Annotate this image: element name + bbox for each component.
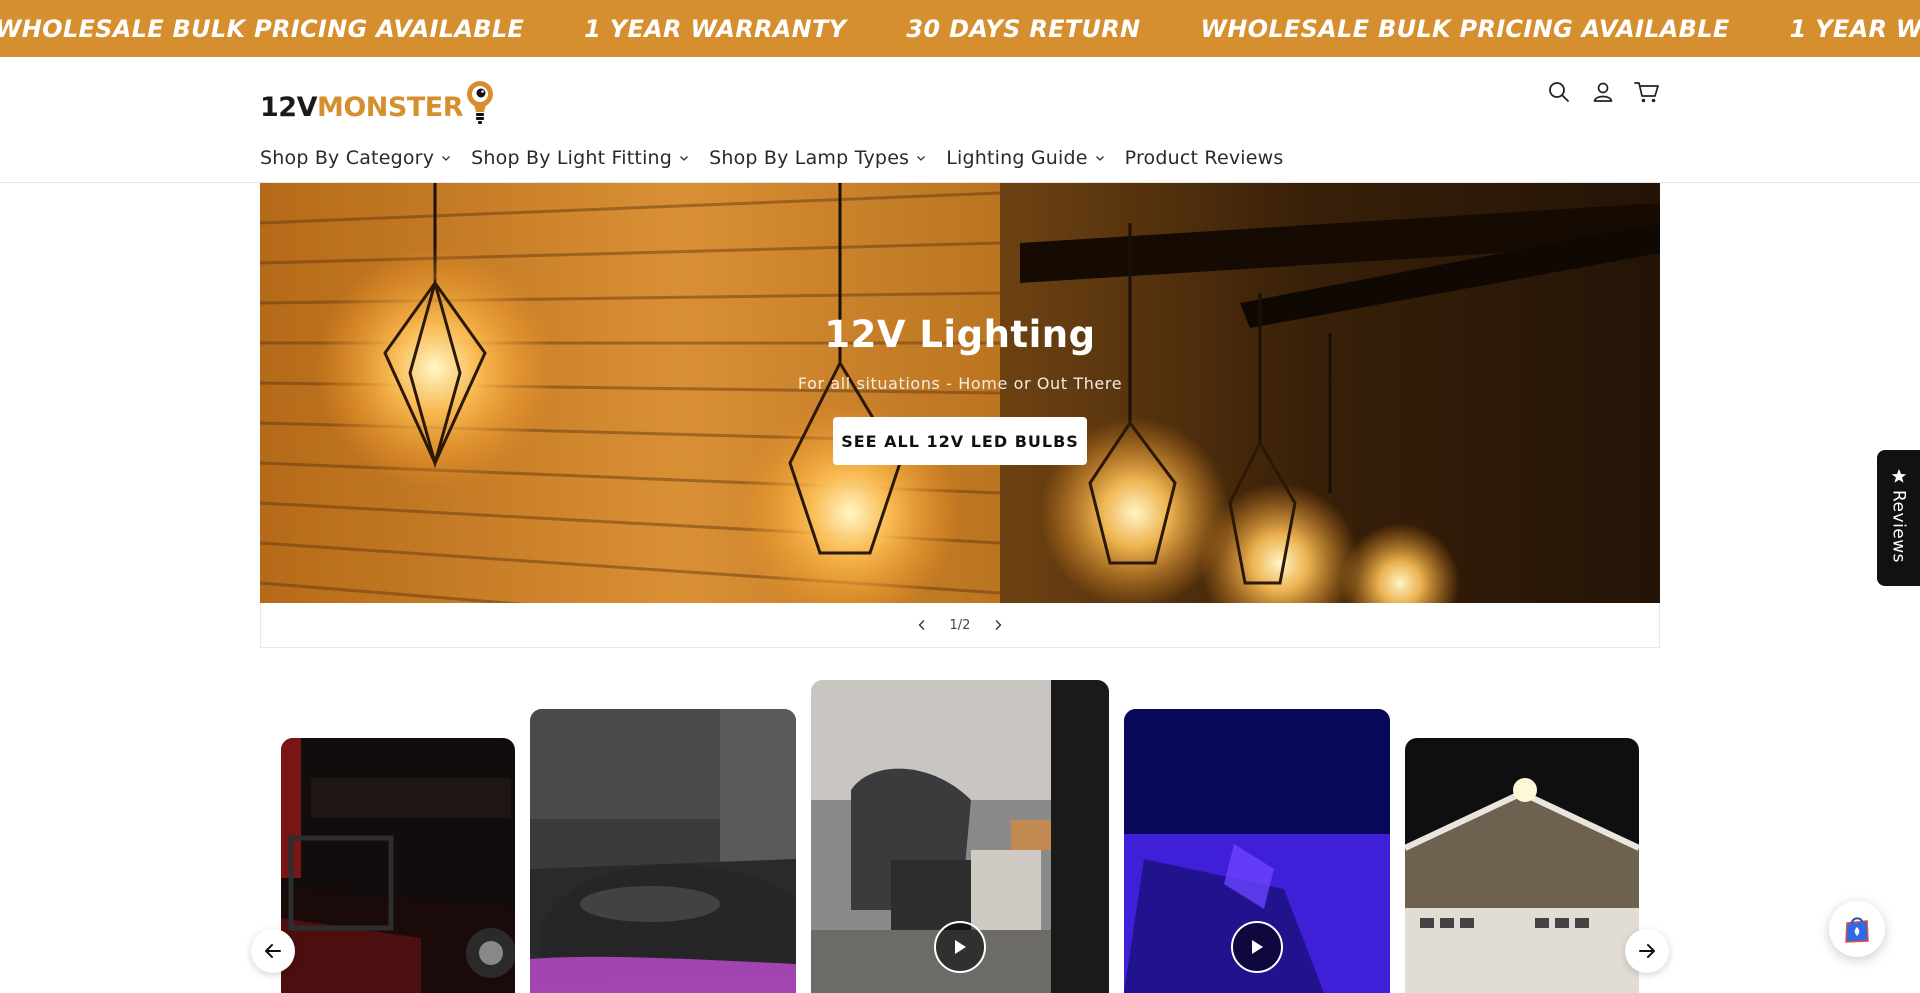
chevron-down-icon bbox=[916, 153, 926, 163]
search-icon[interactable] bbox=[1544, 77, 1574, 107]
nav-item-shop-by-category[interactable]: Shop By Category bbox=[260, 147, 451, 169]
chevron-down-icon bbox=[441, 153, 451, 163]
logo-text-monster: MONSTER bbox=[316, 92, 464, 123]
video-card[interactable] bbox=[811, 680, 1109, 993]
arrow-right-icon bbox=[1639, 944, 1655, 958]
chevron-down-icon bbox=[1095, 153, 1105, 163]
cart-icon[interactable] bbox=[1632, 77, 1662, 107]
video-thumbnail bbox=[281, 738, 515, 993]
nav-item-shop-by-lamp-types[interactable]: Shop By Lamp Types bbox=[709, 147, 926, 169]
slide-counter: 1/2 bbox=[949, 617, 971, 633]
announcement-item: 1 YEAR WARRANTY bbox=[584, 14, 847, 43]
announcement-item: WHOLESALE BULK PRICING AVAILABLE bbox=[0, 14, 525, 43]
hero-content: 12V Lighting For all situations - Home o… bbox=[260, 183, 1660, 603]
chevron-down-icon bbox=[679, 153, 689, 163]
play-icon bbox=[1252, 940, 1263, 954]
play-button[interactable] bbox=[934, 921, 986, 973]
shopping-bag-icon bbox=[1845, 917, 1869, 943]
play-button[interactable] bbox=[1231, 921, 1283, 973]
video-thumbnail bbox=[530, 709, 796, 993]
main-nav: Shop By Category Shop By Light Fitting S… bbox=[260, 147, 1304, 169]
nav-item-label: Lighting Guide bbox=[946, 147, 1088, 169]
nav-item-label: Product Reviews bbox=[1124, 147, 1284, 169]
previous-slide-button[interactable] bbox=[902, 605, 942, 645]
announcement-item: 1 YEAR WARRANTY bbox=[1789, 14, 1920, 43]
slideshow-controls: 1/2 bbox=[260, 603, 1660, 648]
video-thumbnail bbox=[1405, 738, 1639, 993]
carousel-next-button[interactable] bbox=[1625, 929, 1669, 973]
announcement-bar: WHOLESALE BULK PRICING AVAILABLE 1 YEAR … bbox=[0, 0, 1920, 57]
header-icons bbox=[1544, 77, 1662, 107]
reviews-side-tab[interactable]: Reviews bbox=[1877, 450, 1920, 586]
star-icon bbox=[1891, 469, 1906, 483]
nav-item-label: Shop By Category bbox=[260, 147, 435, 169]
video-card[interactable] bbox=[1124, 709, 1390, 993]
hero-slide: 12V Lighting For all situations - Home o… bbox=[260, 183, 1660, 603]
nav-item-shop-by-light-fitting[interactable]: Shop By Light Fitting bbox=[471, 147, 689, 169]
nav-item-product-reviews[interactable]: Product Reviews bbox=[1125, 147, 1284, 169]
announcement-track: WHOLESALE BULK PRICING AVAILABLE 1 YEAR … bbox=[0, 0, 1920, 57]
reviews-tab-label: Reviews bbox=[1888, 490, 1909, 564]
chevron-right-icon bbox=[995, 620, 1002, 630]
carousel-previous-button[interactable] bbox=[251, 929, 295, 973]
nav-item-label: Shop By Lamp Types bbox=[709, 147, 910, 169]
account-icon[interactable] bbox=[1588, 77, 1618, 107]
logo-text-12v: 12V bbox=[260, 92, 317, 123]
video-carousel bbox=[0, 660, 1920, 993]
hero-subtitle: For all situations - Home or Out There bbox=[797, 374, 1123, 393]
video-card[interactable] bbox=[530, 709, 796, 993]
nav-item-lighting-guide[interactable]: Lighting Guide bbox=[946, 147, 1104, 169]
announcement-item: WHOLESALE BULK PRICING AVAILABLE bbox=[1200, 14, 1730, 43]
next-slide-button[interactable] bbox=[978, 605, 1018, 645]
arrow-left-icon bbox=[265, 944, 281, 958]
chevron-left-icon bbox=[918, 620, 925, 630]
see-all-bulbs-button[interactable]: SEE ALL 12V LED BULBS bbox=[833, 417, 1087, 465]
video-card[interactable] bbox=[1405, 738, 1639, 993]
announcement-item: 30 DAYS RETURN bbox=[906, 14, 1141, 43]
logo-wordmark: 12VMONSTER bbox=[260, 92, 464, 127]
hero-title: 12V Lighting bbox=[824, 313, 1096, 356]
nav-item-label: Shop By Light Fitting bbox=[471, 147, 673, 169]
logo-bulb-icon bbox=[465, 79, 495, 127]
shop-app-button[interactable] bbox=[1829, 901, 1885, 957]
video-card[interactable] bbox=[281, 738, 515, 993]
play-icon bbox=[955, 940, 966, 954]
site-header: 12VMONSTER Shop By Category Shop By Ligh… bbox=[0, 57, 1920, 183]
site-logo[interactable]: 12VMONSTER bbox=[260, 67, 495, 127]
